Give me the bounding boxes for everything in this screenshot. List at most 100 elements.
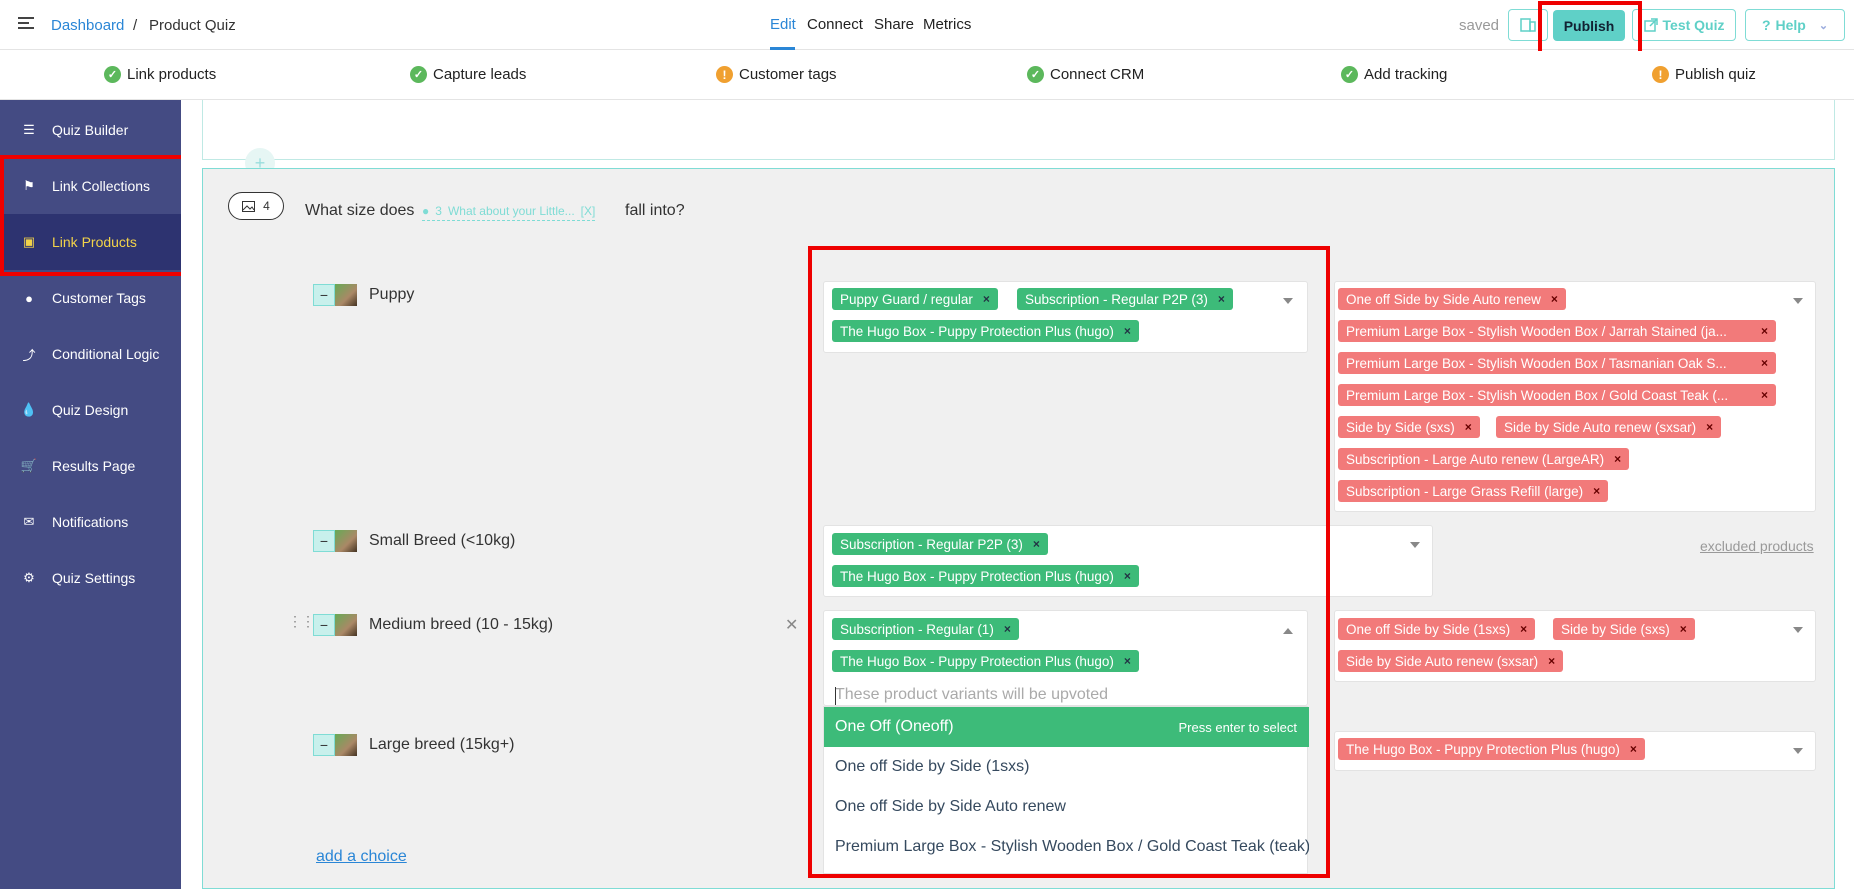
upvote-tag: Subscription - Regular P2P (3) × xyxy=(1017,288,1233,310)
dropdown-option[interactable]: Premium Large Box - Stylish Wooden Box /… xyxy=(824,827,1309,867)
sidebar-item-link-collections[interactable]: ⚑ Link Collections xyxy=(0,158,181,214)
excluded-products-link[interactable]: excluded products xyxy=(1700,538,1814,554)
step-link-products[interactable]: ✓ Link products xyxy=(104,66,216,83)
sidebar-item-customer-tags[interactable]: ● Customer Tags xyxy=(0,270,181,326)
collapse-choice-button[interactable]: − xyxy=(313,734,335,756)
exclude-tag: Side by Side (sxs) × xyxy=(1553,618,1695,640)
question-reference[interactable]: ● 3 What about your Little... [X] xyxy=(422,204,596,221)
save-status: saved xyxy=(1459,17,1500,34)
image-count: 4 xyxy=(263,199,270,213)
remove-tag-icon[interactable]: × xyxy=(1124,654,1131,668)
warning-icon: ! xyxy=(1652,66,1669,83)
remove-tag-icon[interactable]: × xyxy=(1614,452,1621,466)
reference-number: 3 xyxy=(435,204,442,218)
remove-tag-icon[interactable]: × xyxy=(1761,388,1768,402)
list-icon: ☰ xyxy=(23,122,35,137)
remove-tag-icon[interactable]: × xyxy=(1593,484,1600,498)
chevron-down-icon: ⌄ xyxy=(1818,19,1829,32)
breadcrumb-dashboard[interactable]: Dashboard xyxy=(51,17,124,34)
choice-image xyxy=(335,530,357,552)
step-customer-tags[interactable]: ! Customer tags xyxy=(716,66,837,83)
text-cursor xyxy=(835,687,836,705)
choice-small-breed: − Small Breed (<10kg) xyxy=(313,530,515,552)
step-label: Publish quiz xyxy=(1675,66,1756,83)
remove-tag-icon[interactable]: × xyxy=(1033,537,1040,551)
tab-share[interactable]: Share xyxy=(874,16,914,33)
remove-tag-icon[interactable]: × xyxy=(1520,622,1527,636)
tab-edit[interactable]: Edit xyxy=(770,16,796,33)
image-icon xyxy=(242,200,256,212)
sidebar-item-quiz-design[interactable]: 💧 Quiz Design xyxy=(0,382,181,438)
remove-tag-icon[interactable]: × xyxy=(1630,742,1637,756)
remove-tag-icon[interactable]: × xyxy=(1124,324,1131,338)
sidebar-item-notifications[interactable]: ✉ Notifications xyxy=(0,494,181,550)
collapse-choice-button[interactable]: − xyxy=(313,530,335,552)
exclude-tag: Premium Large Box - Stylish Wooden Box /… xyxy=(1338,320,1776,342)
help-button[interactable]: ? Help ⌄ xyxy=(1745,9,1845,41)
tab-metrics[interactable]: Metrics xyxy=(923,16,971,33)
dropdown-option[interactable]: One Off (Oneoff) Press enter to select xyxy=(824,707,1309,747)
sidebar-item-label: Link Products xyxy=(52,234,137,250)
sidebar-item-link-products[interactable]: ▣ Link Products xyxy=(0,214,181,270)
exclude-tag: Side by Side (sxs) × xyxy=(1338,416,1480,438)
step-connect-crm[interactable]: ✓ Connect CRM xyxy=(1027,66,1144,83)
gear-icon: ⚙ xyxy=(23,570,35,585)
exclude-tag: Side by Side Auto renew (sxsar) × xyxy=(1496,416,1722,438)
test-quiz-button[interactable]: Test Quiz xyxy=(1632,9,1736,41)
cart-icon: 🛒 xyxy=(20,458,38,473)
delete-choice-icon[interactable]: ✕ xyxy=(785,615,798,635)
caret-down-icon xyxy=(1793,748,1803,754)
sidebar-item-quiz-settings[interactable]: ⚙ Quiz Settings xyxy=(0,550,181,606)
drag-handle-icon[interactable]: ⋮⋮ xyxy=(288,614,315,628)
caret-down-icon xyxy=(1793,298,1803,304)
collapse-choice-button[interactable]: − xyxy=(313,284,335,306)
check-icon: ✓ xyxy=(410,66,427,83)
check-icon: ✓ xyxy=(1027,66,1044,83)
product-options-dropdown: One Off (Oneoff) Press enter to select On… xyxy=(823,706,1309,874)
warning-icon: ! xyxy=(716,66,733,83)
remove-tag-icon[interactable]: × xyxy=(1465,420,1472,434)
reference-text: What about your Little... xyxy=(447,204,575,218)
exclude-tag: One off Side by Side (1sxs) × xyxy=(1338,618,1536,640)
select-hint: Press enter to select xyxy=(1178,719,1298,735)
choice-puppy: − Puppy xyxy=(313,284,414,306)
sidebar-item-conditional-logic[interactable]: ⤴ Conditional Logic xyxy=(0,326,181,382)
remove-tag-icon[interactable]: × xyxy=(1706,420,1713,434)
add-choice-link[interactable]: add a choice xyxy=(316,848,407,866)
remove-tag-icon[interactable]: × xyxy=(1761,324,1768,338)
sidebar-item-quiz-builder[interactable]: ☰ Quiz Builder xyxy=(0,102,181,158)
step-label: Capture leads xyxy=(433,66,527,83)
remove-tag-icon[interactable]: × xyxy=(1761,356,1768,370)
remove-tag-icon[interactable]: × xyxy=(983,292,990,306)
sidebar-item-label: Notifications xyxy=(52,514,129,530)
collapse-choice-button[interactable]: − xyxy=(313,614,335,636)
exclude-tag: Subscription - Large Grass Refill (large… xyxy=(1338,480,1609,502)
active-tab-indicator xyxy=(770,47,795,50)
remove-tag-icon[interactable]: × xyxy=(1124,569,1131,583)
caret-down-icon xyxy=(1410,542,1420,548)
sidebar-item-results-page[interactable]: 🛒 Results Page xyxy=(0,438,181,494)
tab-connect[interactable]: Connect xyxy=(807,16,863,33)
step-capture-leads[interactable]: ✓ Capture leads xyxy=(410,66,526,83)
step-publish-quiz[interactable]: ! Publish quiz xyxy=(1652,66,1756,83)
preview-button[interactable] xyxy=(1508,9,1548,41)
breadcrumb-separator: / xyxy=(133,17,138,34)
upvote-search-input[interactable]: These product variants will be upvoted xyxy=(835,686,1108,704)
choice-image xyxy=(335,284,357,306)
device-icon xyxy=(1520,18,1536,32)
image-count-pill[interactable]: 4 xyxy=(228,192,284,220)
exclude-tag: Premium Large Box - Stylish Wooden Box /… xyxy=(1338,384,1776,406)
remove-tag-icon[interactable]: × xyxy=(1004,622,1011,636)
dropdown-option[interactable]: One off Side by Side Auto renew xyxy=(824,787,1309,827)
menu-icon[interactable] xyxy=(18,17,34,31)
reference-remove[interactable]: [X] xyxy=(581,204,596,218)
tag-icon: ⚑ xyxy=(23,178,35,193)
dropdown-option[interactable]: One off Side by Side (1sxs) xyxy=(824,747,1309,787)
publish-button[interactable]: Publish xyxy=(1553,10,1625,41)
remove-tag-icon[interactable]: × xyxy=(1218,292,1225,306)
remove-tag-icon[interactable]: × xyxy=(1551,292,1558,306)
remove-tag-icon[interactable]: × xyxy=(1680,622,1687,636)
choice-image xyxy=(335,614,357,636)
remove-tag-icon[interactable]: × xyxy=(1548,654,1555,668)
step-add-tracking[interactable]: ✓ Add tracking xyxy=(1341,66,1447,83)
